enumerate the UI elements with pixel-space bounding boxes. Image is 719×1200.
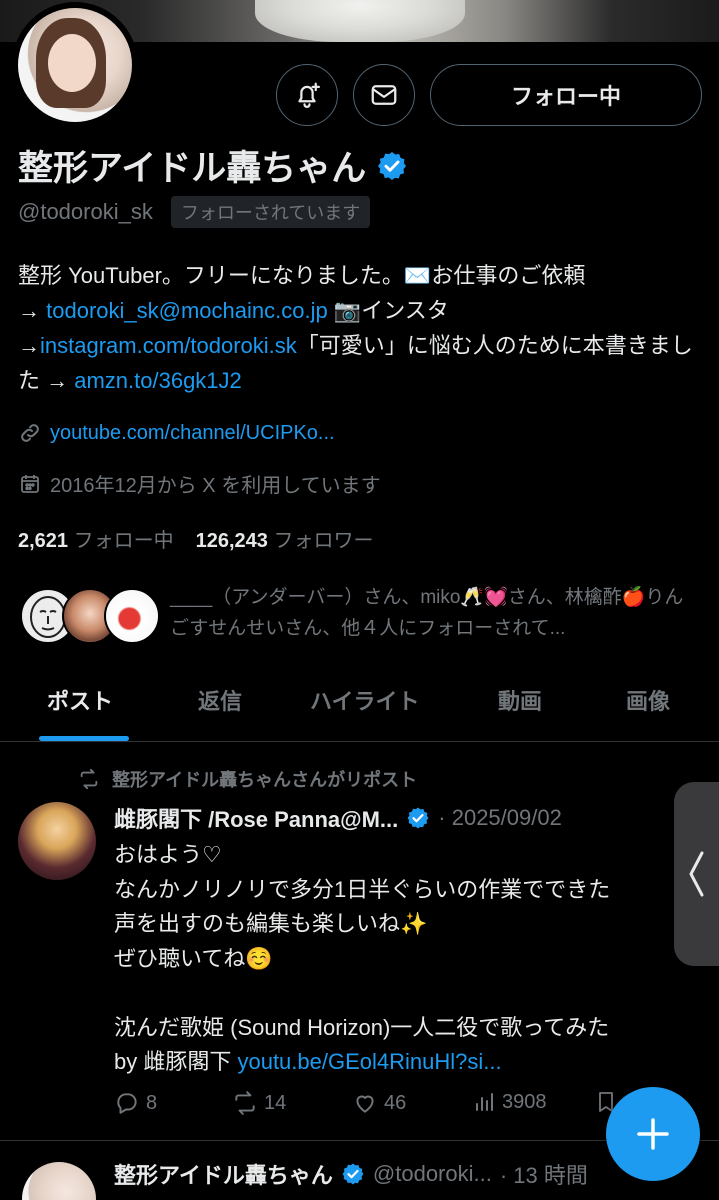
following-count: 2,621 (18, 530, 69, 552)
repost-label: 整形アイドル轟ちゃんさんがリポスト (112, 770, 418, 790)
chevron-left-icon (689, 851, 704, 897)
side-panel-handle[interactable] (674, 782, 719, 966)
views-count: 3908 (502, 1090, 547, 1113)
following-button[interactable]: フォロー中 (430, 64, 702, 126)
post-author-name[interactable]: 雌豚閣下 /Rose Panna@M... (114, 802, 398, 834)
profile-name-row: 整形アイドル轟ちゃん (18, 140, 408, 191)
plus-icon (637, 1118, 669, 1150)
like-button[interactable]: 46 (352, 1090, 406, 1116)
post-header: 雌豚閣下 /Rose Panna@M... · 2025/09/02 (114, 802, 562, 834)
profile-bio: 整形 YouTuber。フリーになりました。✉️お仕事のご依頼 → todoro… (18, 258, 708, 398)
bio-instagram-link[interactable]: instagram.com/todoroki.sk (40, 333, 297, 358)
heart-icon (356, 1095, 374, 1113)
post-text: おはよう♡ なんかノリノリで多分1日半ぐらいの作業でできた 声を出すのも編集も楽… (114, 838, 714, 1080)
profile-avatar[interactable] (12, 2, 138, 128)
post-date[interactable]: · 2025/09/02 (438, 805, 562, 831)
bio-arrow: → (18, 298, 47, 323)
reply-count: 8 (146, 1091, 158, 1114)
joined-text: 2016年12月から X を利用しています (50, 475, 381, 497)
avatar-face (48, 34, 96, 92)
post-author-avatar[interactable] (22, 1162, 96, 1200)
profile-joined: 2016年12月から X を利用しています (18, 469, 381, 498)
bio-text: 整形 YouTuber。フリーになりました。 (18, 263, 404, 288)
following-label: フォロー中 (73, 530, 174, 552)
mail-emoji-icon: ✉️ (403, 263, 432, 288)
link-icon (21, 424, 39, 442)
followed-by-text[interactable]: ____（アンダーバー）さん、miko🥂💓さん、林檎酢🍎りんごすせんせいさん、他… (170, 582, 700, 644)
follows-you-badge: フォローされています (170, 196, 371, 228)
camera-emoji-icon: 📷 (327, 298, 362, 323)
active-tab-indicator (39, 736, 129, 741)
following-stat[interactable]: 2,621 フォロー中 (18, 524, 174, 553)
profile-website[interactable]: youtube.com/channel/UCIPKo... (18, 421, 335, 445)
verified-badge-icon (342, 1163, 364, 1185)
bio-text: インスタ (361, 298, 449, 323)
bio-email-link[interactable]: todoroki_sk@mochainc.co.jp (46, 298, 328, 323)
repost-indicator[interactable]: 整形アイドル轟ちゃんさんがリポスト (78, 766, 417, 792)
post-author-avatar[interactable] (18, 802, 96, 880)
followers-count: 126,243 (195, 530, 268, 552)
analytics-icon (476, 1093, 493, 1111)
profile-name: 整形アイドル轟ちゃん (18, 149, 367, 188)
post-header: 整形アイドル轟ちゃん @todoroki... · 13 時間 (114, 1158, 588, 1190)
verified-badge-icon[interactable] (376, 150, 408, 182)
tab-highlights[interactable]: ハイライト (310, 684, 420, 716)
like-count: 46 (384, 1091, 407, 1114)
envelope-icon (371, 85, 397, 105)
compose-post-button[interactable] (606, 1087, 700, 1181)
profile-stats: 2,621 フォロー中 126,243 フォロワー (18, 524, 373, 553)
verified-badge-icon (407, 807, 429, 829)
bio-arrow: → (18, 333, 40, 358)
followed-by-avatars[interactable] (20, 588, 160, 646)
tab-videos[interactable]: 動画 (498, 684, 542, 716)
repost-icon (80, 768, 98, 790)
reply-button[interactable]: 8 (114, 1090, 157, 1116)
post-body-text: おはよう♡ なんかノリノリで多分1日半ぐらいの作業でできた 声を出すのも編集も楽… (114, 842, 611, 1074)
bio-text: お仕事のご依頼 (431, 263, 586, 288)
post-author-handle[interactable]: @todoroki... (373, 1161, 492, 1187)
repost-count: 14 (264, 1091, 287, 1114)
repost-icon (235, 1091, 255, 1115)
handle-row: @todoroki_sk フォローされています (18, 196, 371, 228)
bell-plus-icon (298, 82, 320, 108)
bio-amazon-link[interactable]: amzn.to/36gk1J2 (74, 368, 242, 393)
repost-button[interactable]: 14 (232, 1090, 286, 1116)
tab-posts[interactable]: ポスト (47, 684, 113, 716)
tab-replies[interactable]: 返信 (198, 684, 242, 716)
profile-handle: @todoroki_sk (18, 199, 153, 224)
post-author-name[interactable]: 整形アイドル轟ちゃん (114, 1158, 333, 1190)
follower-avatar (104, 588, 160, 644)
post-time[interactable]: · 13 時間 (500, 1158, 588, 1190)
calendar-icon (21, 474, 39, 493)
followers-label: フォロワー (273, 530, 374, 552)
message-button[interactable] (353, 64, 415, 126)
banner-image (255, 0, 465, 42)
tab-images[interactable]: 画像 (626, 684, 670, 716)
views-button[interactable]: 3908 (472, 1090, 547, 1114)
followers-stat[interactable]: 126,243 フォロワー (196, 524, 374, 553)
website-link[interactable]: youtube.com/channel/UCIPKo... (50, 422, 335, 445)
notification-subscribe-button[interactable] (276, 64, 338, 126)
post-youtube-link[interactable]: youtu.be/GEol4RinuHl?si... (237, 1049, 501, 1074)
avatar-image (18, 8, 132, 122)
profile-tabs: ポスト 返信 ハイライト 動画 画像 (0, 668, 719, 742)
reply-icon (117, 1093, 137, 1114)
